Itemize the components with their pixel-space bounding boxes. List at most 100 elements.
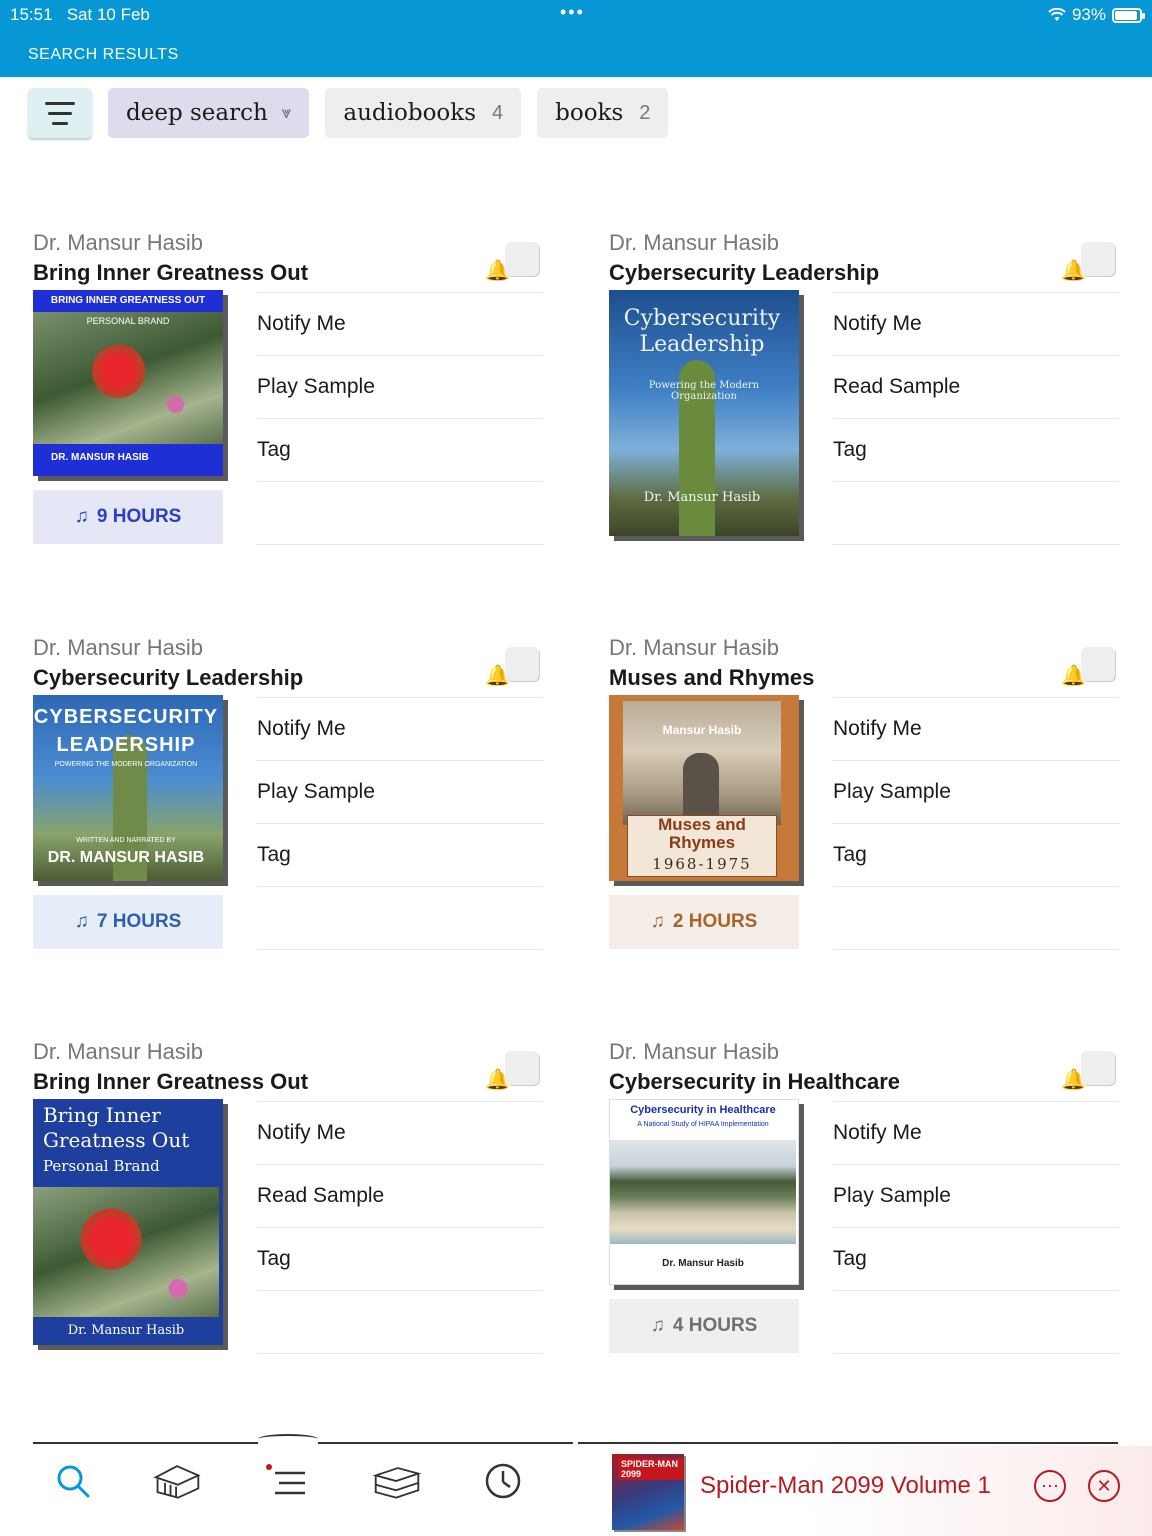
action-list: Notify Me Play Sample Tag (257, 697, 543, 950)
cover-years: 1968-1975 (652, 855, 752, 873)
book-title[interactable]: Cybersecurity Leadership (609, 260, 879, 286)
page-title: SEARCH RESULTS (28, 46, 179, 63)
chip-label: audiobooks (343, 100, 476, 126)
book-title[interactable]: Bring Inner Greatness Out (33, 1069, 308, 1095)
book-cover[interactable]: CYBERSECURITY LEADERSHIP POWERING THE MOD… (33, 695, 223, 881)
book-title[interactable]: Muses and Rhymes (609, 665, 814, 691)
battery-icon (1112, 7, 1145, 23)
result-card: Dr. Mansur Hasib Bring Inner Greatness O… (33, 230, 543, 560)
sample-button[interactable]: Play Sample (833, 761, 1119, 824)
toggle-switch[interactable] (505, 1051, 539, 1085)
now-playing-bar[interactable]: SPIDER-MAN 2099 Spider-Man 2099 Volume 1… (578, 1446, 1152, 1536)
tab-shelf[interactable] (372, 1458, 422, 1504)
tab-library[interactable] (152, 1458, 202, 1504)
tab-lists[interactable] (262, 1458, 312, 1504)
duration-badge[interactable]: ♫ 2 HOURS (609, 895, 799, 949)
flower-image (33, 312, 223, 444)
headphones-icon: ♫ (74, 911, 89, 932)
book-cover[interactable]: Mansur Hasib Muses and Rhymes 1968-1975 (609, 695, 799, 881)
notify-toggle[interactable]: 🔔 (485, 1051, 541, 1091)
filter-menu-button[interactable] (28, 88, 92, 138)
book-author: Dr. Mansur Hasib (33, 635, 203, 660)
book-cover[interactable]: Cybersecurity Leadership Powering the Mod… (609, 290, 799, 536)
wifi-icon (1048, 8, 1066, 21)
toggle-switch[interactable] (1081, 242, 1115, 276)
cover-subtitle: Personal Brand (43, 1157, 160, 1175)
toggle-switch[interactable] (1081, 647, 1115, 681)
toggle-switch[interactable] (1081, 1051, 1115, 1085)
result-card: Dr. Mansur Hasib Cybersecurity in Health… (609, 1039, 1119, 1369)
cover-logo: SPIDER-MAN 2099 (618, 1458, 684, 1480)
now-playing-cover[interactable]: SPIDER-MAN 2099 (612, 1454, 684, 1530)
cover-author: DR. MANSUR HASIB (33, 444, 223, 476)
cover-author: Dr. Mansur Hasib (643, 490, 761, 505)
notify-toggle[interactable]: 🔔 (485, 647, 541, 687)
book-cover[interactable]: Cybersecurity in Healthcare A National S… (609, 1099, 799, 1285)
sample-button[interactable]: Read Sample (833, 356, 1119, 419)
tag-button[interactable]: Tag (833, 419, 1119, 482)
tag-button[interactable]: Tag (257, 419, 543, 482)
tag-button[interactable]: Tag (257, 1228, 543, 1291)
cover-narrator: WRITTEN AND NARRATED BY (76, 837, 176, 844)
cover-title: Muses and Rhymes (658, 815, 746, 852)
toggle-switch[interactable] (505, 242, 539, 276)
status-bar: 15:51 Sat 10 Feb ••• 93% (0, 0, 1152, 30)
close-player-button[interactable]: ✕ (1088, 1470, 1120, 1502)
cover-title: BRING INNER GREATNESS OUT (33, 290, 223, 312)
book-title[interactable]: Bring Inner Greatness Out (33, 260, 308, 286)
tabbar-indicator (258, 1434, 318, 1444)
status-time: 15:51 Sat 10 Feb (10, 5, 150, 24)
cover-subtitle: A National Study of HIPAA Implementation (637, 1121, 769, 1128)
sample-button[interactable]: Play Sample (257, 356, 543, 419)
book-cover[interactable]: Bring Inner Greatness Out Personal Brand … (33, 1099, 223, 1345)
multitasking-dots-icon[interactable]: ••• (560, 2, 585, 23)
headphones-icon: ♫ (650, 1315, 665, 1336)
book-title[interactable]: Cybersecurity Leadership (33, 665, 303, 691)
more-options-button[interactable]: ⋯ (1034, 1470, 1066, 1502)
chip-deep-search[interactable]: deep search ⩔ (108, 88, 310, 138)
notify-me-button[interactable]: Notify Me (833, 1102, 1119, 1165)
tab-search[interactable] (48, 1458, 98, 1504)
duration-badge[interactable]: ♫ 7 HOURS (33, 895, 223, 949)
chip-count: 2 (639, 101, 651, 124)
notify-toggle[interactable]: 🔔 (485, 242, 541, 282)
notify-toggle[interactable]: 🔔 (1061, 647, 1117, 687)
chip-count: 4 (492, 101, 504, 124)
book-author: Dr. Mansur Hasib (609, 635, 779, 660)
notify-me-button[interactable]: Notify Me (833, 698, 1119, 761)
chip-books[interactable]: books 2 (537, 88, 669, 138)
flower-image (33, 1187, 219, 1317)
sample-button[interactable]: Read Sample (257, 1165, 543, 1228)
battery-percent: 93% (1071, 5, 1106, 24)
hamburger-icon (45, 101, 75, 125)
toggle-switch[interactable] (505, 647, 539, 681)
chip-audiobooks[interactable]: audiobooks 4 (325, 88, 522, 138)
action-list: Notify Me Read Sample Tag (257, 1101, 543, 1354)
notify-me-button[interactable]: Notify Me (257, 293, 543, 356)
tag-button[interactable]: Tag (833, 824, 1119, 887)
sample-button[interactable]: Play Sample (257, 761, 543, 824)
tag-button[interactable]: Tag (833, 1228, 1119, 1291)
cover-author: Mansur Hasib (662, 723, 742, 737)
book-author: Dr. Mansur Hasib (33, 1039, 203, 1064)
now-playing-title[interactable]: Spider-Man 2099 Volume 1 (700, 1472, 991, 1500)
cover-author: Dr. Mansur Hasib (662, 1258, 744, 1269)
cover-subtitle: PERSONAL BRAND (86, 316, 170, 326)
notify-me-button[interactable]: Notify Me (833, 293, 1119, 356)
action-divider (833, 1291, 1119, 1354)
filter-bar: deep search ⩔ audiobooks 4 books 2 (28, 88, 669, 138)
library-icon (153, 1465, 201, 1499)
notify-me-button[interactable]: Notify Me (257, 1102, 543, 1165)
book-title[interactable]: Cybersecurity in Healthcare (609, 1069, 900, 1095)
notify-toggle[interactable]: 🔔 (1061, 242, 1117, 282)
duration-badge[interactable]: ♫ 9 HOURS (33, 490, 223, 544)
tab-history[interactable] (478, 1458, 528, 1504)
notify-me-button[interactable]: Notify Me (257, 698, 543, 761)
tag-button[interactable]: Tag (257, 824, 543, 887)
notify-toggle[interactable]: 🔔 (1061, 1051, 1117, 1091)
action-divider (833, 887, 1119, 950)
sample-button[interactable]: Play Sample (833, 1165, 1119, 1228)
cover-title: Cybersecurity Leadership (623, 306, 781, 357)
book-cover[interactable]: BRING INNER GREATNESS OUT PERSONAL BRAND… (33, 290, 223, 476)
duration-badge[interactable]: ♫ 4 HOURS (609, 1299, 799, 1353)
